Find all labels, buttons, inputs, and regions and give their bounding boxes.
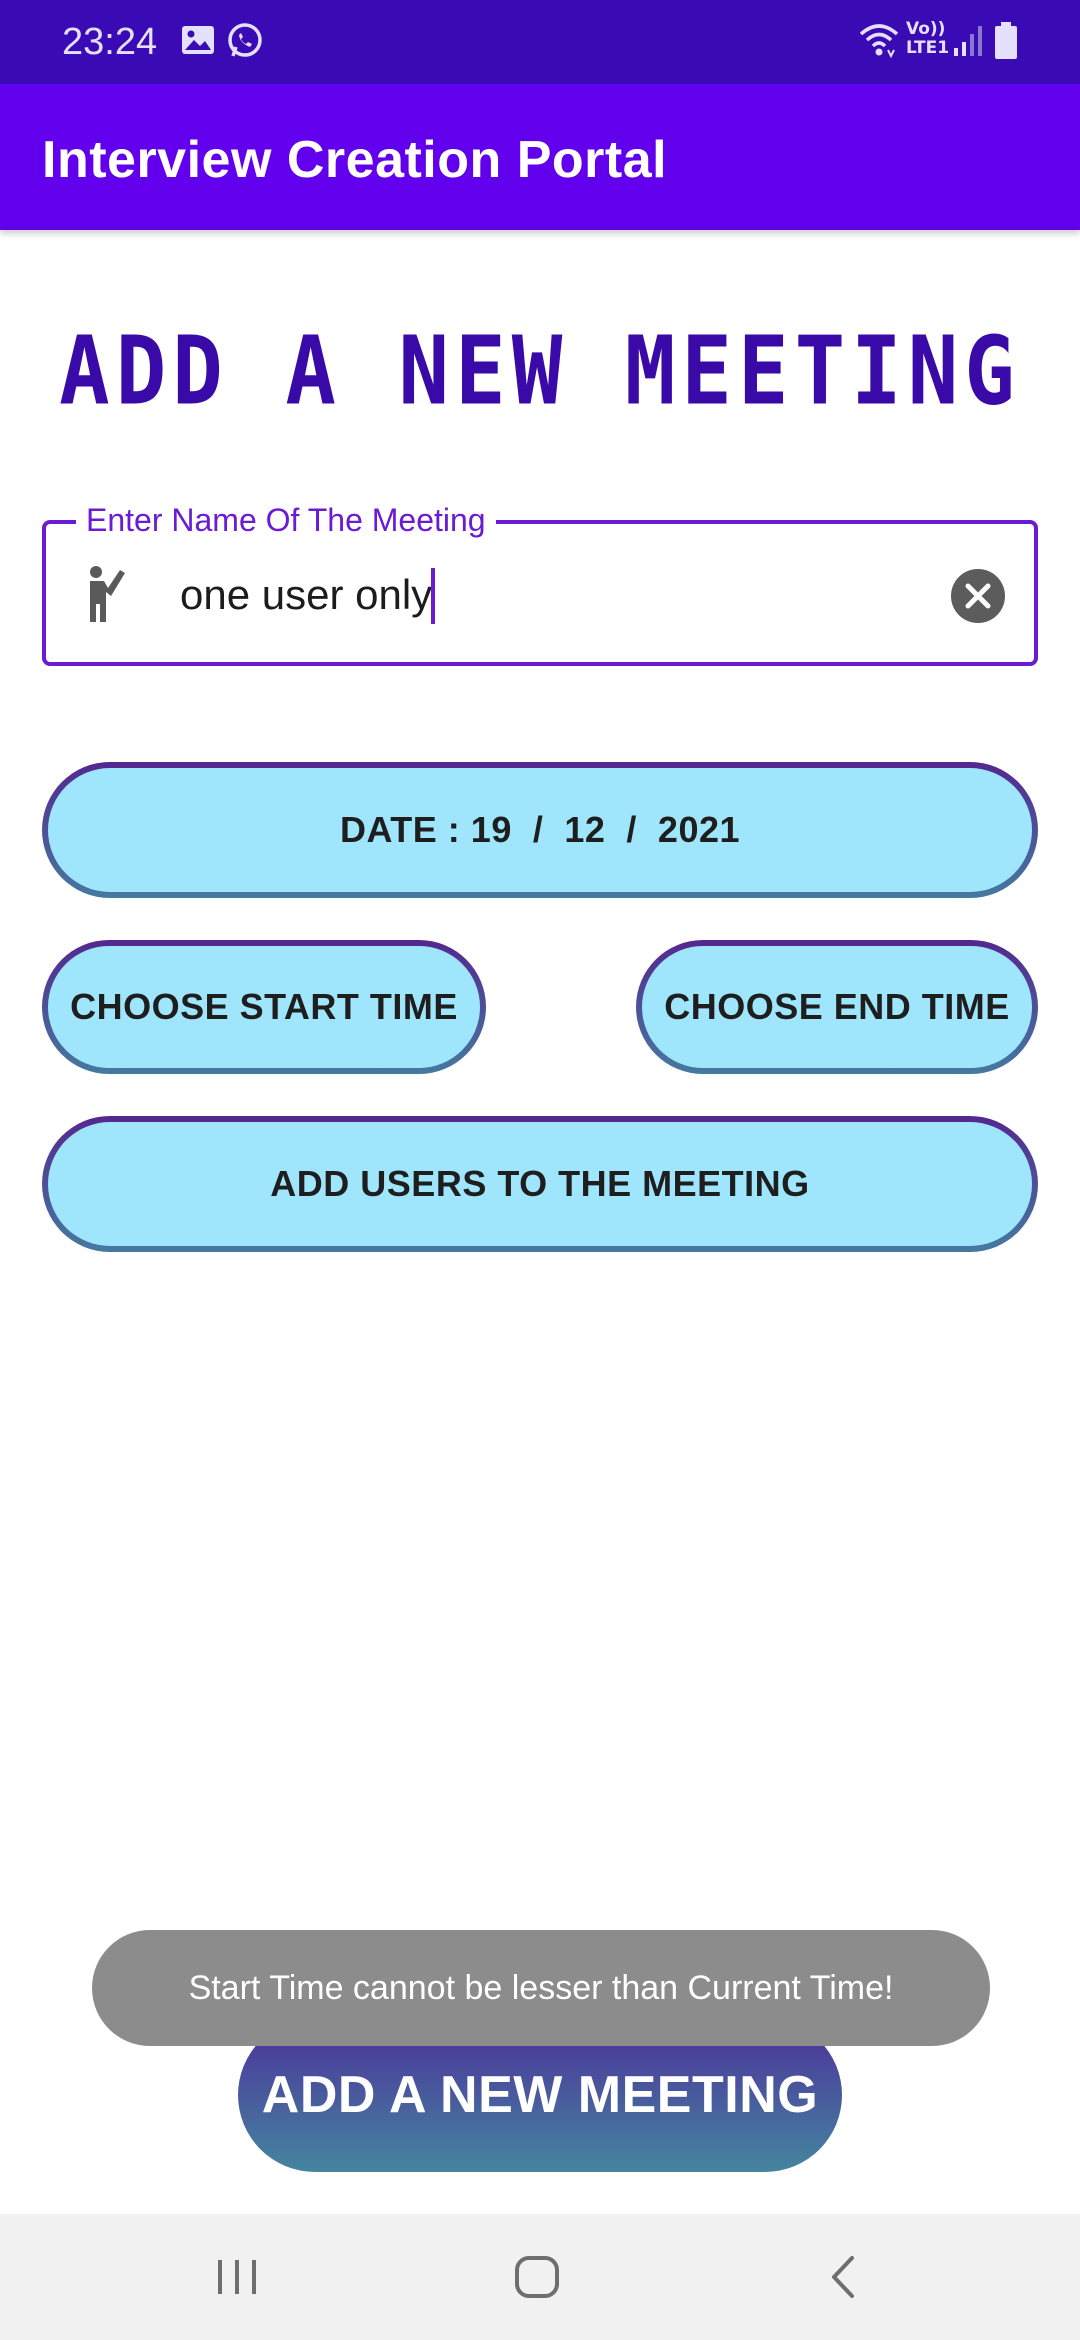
meeting-name-field[interactable]: Enter Name Of The Meeting [42,502,1038,666]
date-prefix: DATE : [339,809,471,850]
recent-apps-icon[interactable] [212,2252,262,2307]
person-icon [82,564,128,629]
add-users-button[interactable]: ADD USERS TO THE MEETING [42,1116,1038,1252]
status-time: 23:24 [62,21,158,63]
app-title: Interview Creation Portal [42,131,668,189]
volte-label: Vo)) [906,19,946,39]
gallery-icon [180,22,216,63]
date-button[interactable]: DATE : 19 / 12 / 2021 [42,762,1038,898]
toast-text: Start Time cannot be lesser than Current… [188,1968,894,2007]
battery-icon [994,22,1018,65]
toast-message: Start Time cannot be lesser than Current… [92,1930,990,2046]
date-month: 12 [564,809,606,850]
meeting-name-label: Enter Name Of The Meeting [76,502,496,539]
text-cursor [431,568,435,624]
app-bar: Interview Creation Portal [0,84,1080,230]
end-time-label: CHOOSE END TIME [664,986,1010,1027]
meeting-name-input[interactable] [180,560,940,630]
back-icon[interactable] [818,2252,868,2307]
add-new-meeting-label: ADD A NEW MEETING [261,2066,819,2124]
date-day: 19 [470,809,512,850]
wifi-icon [858,20,900,65]
navigation-bar [0,2214,1080,2340]
choose-end-time-button[interactable]: CHOOSE END TIME [636,940,1038,1074]
volte-lte-icon: Vo)) LTE1 [906,20,950,58]
start-time-label: CHOOSE START TIME [70,986,458,1027]
lte-label: LTE1 [906,38,950,58]
clear-icon[interactable] [950,568,1006,624]
date-separator: / [605,809,658,850]
signal-icon [952,24,986,63]
add-users-label: ADD USERS TO THE MEETING [270,1163,810,1204]
date-text: DATE : 19 / 12 / 2021 [340,809,740,851]
status-bar: 23:24 Vo)) LTE1 [0,0,1080,84]
page-title: ADD A NEW MEETING [59,316,1021,426]
choose-start-time-button[interactable]: CHOOSE START TIME [42,940,486,1074]
date-year: 2021 [657,809,741,850]
whatsapp-icon [226,22,264,65]
date-separator: / [511,809,565,850]
home-icon[interactable] [512,2252,562,2307]
